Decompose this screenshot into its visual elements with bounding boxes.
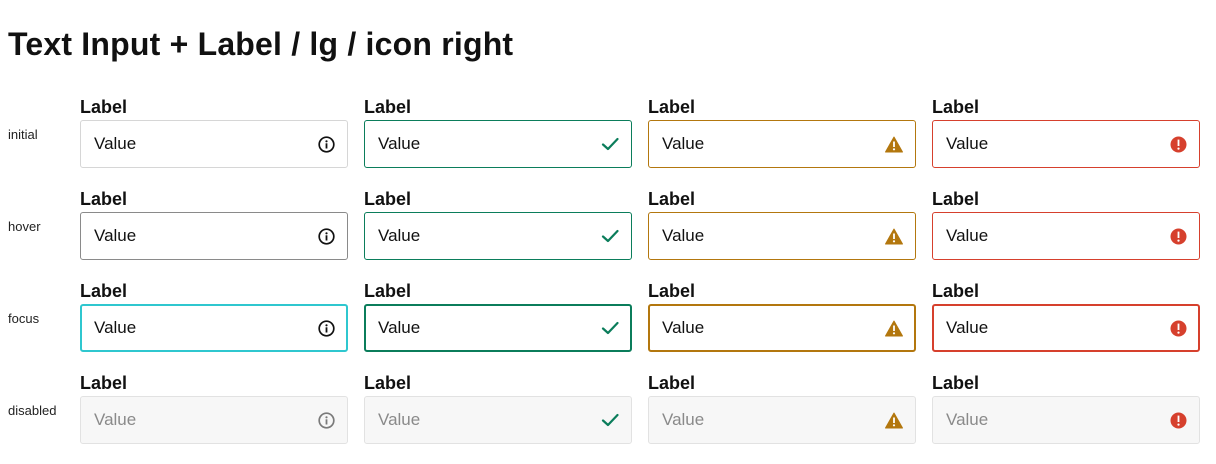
state-row-disabled: disabled Label Label Label Label	[0, 372, 1216, 452]
text-field-warning: Label	[648, 96, 916, 176]
input-box[interactable]	[80, 304, 348, 352]
field-label: Label	[648, 97, 696, 117]
text-field-default: Label	[80, 188, 348, 268]
error-icon	[1169, 319, 1187, 337]
state-row-initial: initial Label Label Label Label	[0, 96, 1216, 176]
text-input[interactable]	[946, 121, 1169, 167]
page-title: Text Input + Label / lg / icon right	[8, 26, 514, 62]
text-field-success: Label	[364, 96, 632, 176]
input-box	[648, 396, 916, 444]
text-field-success: Label	[364, 188, 632, 268]
text-input[interactable]	[662, 306, 885, 350]
checkmark-icon	[601, 135, 619, 153]
text-field-error: Label	[932, 188, 1200, 268]
state-label: hover	[8, 219, 41, 234]
state-label: disabled	[8, 403, 57, 418]
state-row-hover: hover Label Label Label Label	[0, 188, 1216, 268]
field-label: Label	[364, 189, 412, 209]
text-input	[378, 397, 601, 443]
text-input[interactable]	[94, 306, 317, 350]
field-label: Label	[932, 189, 980, 209]
warning-icon	[885, 411, 903, 429]
field-label: Label	[364, 281, 412, 301]
field-label: Label	[80, 281, 128, 301]
text-field-error: Label	[932, 372, 1200, 452]
text-field-default: Label	[80, 372, 348, 452]
field-label: Label	[932, 281, 980, 301]
text-input[interactable]	[946, 306, 1169, 350]
text-field-error: Label	[932, 96, 1200, 176]
state-label: focus	[8, 311, 40, 326]
text-input[interactable]	[946, 213, 1169, 259]
error-icon	[1169, 411, 1187, 429]
text-field-default: Label	[80, 96, 348, 176]
input-box[interactable]	[648, 120, 916, 168]
error-icon	[1169, 227, 1187, 245]
info-icon	[317, 135, 335, 153]
error-icon	[1169, 135, 1187, 153]
text-input	[662, 397, 885, 443]
input-box	[932, 396, 1200, 444]
field-label: Label	[932, 97, 980, 117]
input-box[interactable]	[364, 120, 632, 168]
text-input[interactable]	[662, 213, 885, 259]
text-input	[94, 397, 317, 443]
text-field-warning: Label	[648, 280, 916, 360]
field-label: Label	[364, 373, 412, 393]
field-label: Label	[648, 373, 696, 393]
checkmark-icon	[601, 227, 619, 245]
warning-icon	[885, 135, 903, 153]
state-label: initial	[8, 127, 38, 142]
checkmark-icon	[601, 411, 619, 429]
field-label: Label	[648, 189, 696, 209]
text-input[interactable]	[378, 121, 601, 167]
input-box	[80, 396, 348, 444]
text-field-warning: Label	[648, 188, 916, 268]
input-box[interactable]	[364, 212, 632, 260]
warning-icon	[885, 227, 903, 245]
info-icon	[317, 227, 335, 245]
warning-icon	[885, 319, 903, 337]
field-label: Label	[80, 189, 128, 209]
text-field-success: Label	[364, 372, 632, 452]
text-field-error: Label	[932, 280, 1200, 360]
info-icon	[317, 411, 335, 429]
text-input[interactable]	[94, 121, 317, 167]
text-input[interactable]	[378, 306, 601, 350]
text-input[interactable]	[662, 121, 885, 167]
input-box[interactable]	[932, 120, 1200, 168]
input-box[interactable]	[80, 120, 348, 168]
input-box[interactable]	[932, 304, 1200, 352]
checkmark-icon	[601, 319, 619, 337]
text-input	[946, 397, 1169, 443]
field-label: Label	[932, 373, 980, 393]
field-label: Label	[364, 97, 412, 117]
text-input[interactable]	[94, 213, 317, 259]
text-field-default: Label	[80, 280, 348, 360]
input-box[interactable]	[648, 304, 916, 352]
text-input[interactable]	[378, 213, 601, 259]
text-field-warning: Label	[648, 372, 916, 452]
text-field-success: Label	[364, 280, 632, 360]
input-box[interactable]	[80, 212, 348, 260]
state-row-focus: focus Label Label Label Label	[0, 280, 1216, 360]
info-icon	[317, 319, 335, 337]
input-box[interactable]	[364, 304, 632, 352]
field-label: Label	[648, 281, 696, 301]
field-label: Label	[80, 97, 128, 117]
field-label: Label	[80, 373, 128, 393]
input-box[interactable]	[648, 212, 916, 260]
input-box[interactable]	[932, 212, 1200, 260]
input-box	[364, 396, 632, 444]
